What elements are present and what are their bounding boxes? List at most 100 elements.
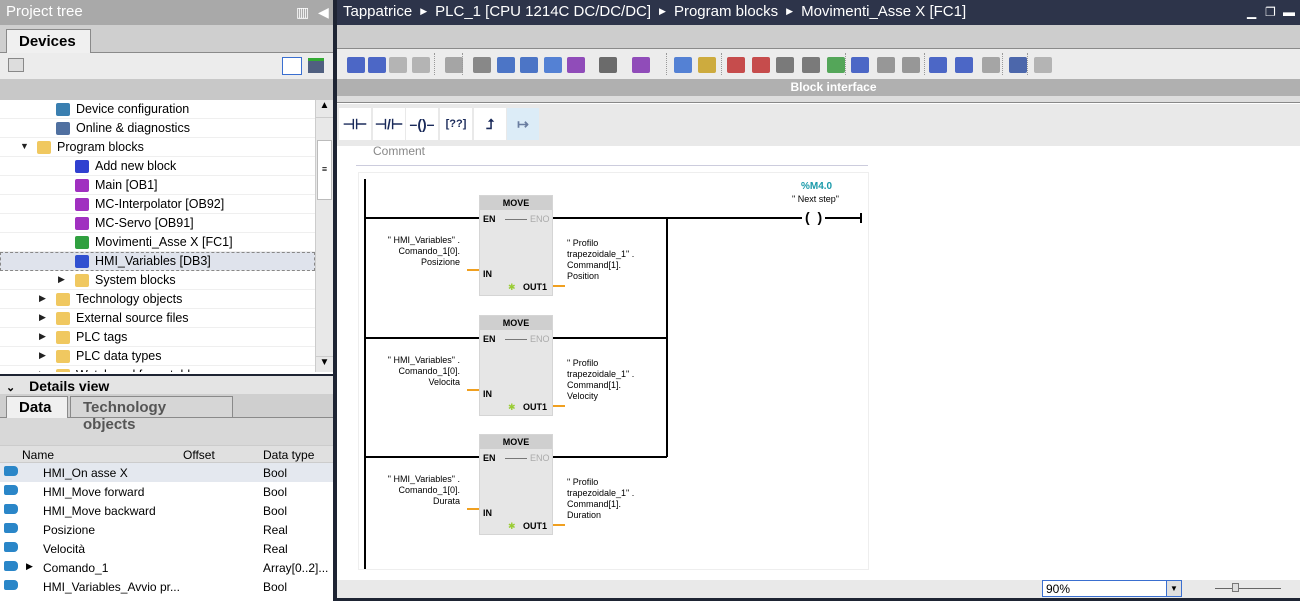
output-operand[interactable]: Duration	[567, 510, 601, 521]
delete-network-icon[interactable]	[368, 57, 386, 73]
input-operand[interactable]: Comando_1[0].	[398, 485, 460, 496]
last-icon[interactable]	[902, 57, 920, 73]
tree-item[interactable]: Add new block	[0, 157, 315, 176]
table-row[interactable]: Velocità Real	[0, 539, 333, 558]
output-operand[interactable]: trapezoidale_1" .	[567, 249, 634, 260]
output-operand[interactable]: Position	[567, 271, 599, 282]
reset-start-icon[interactable]	[445, 57, 463, 73]
display-icon[interactable]	[599, 57, 617, 73]
breadcrumb-item[interactable]: Movimenti_Asse X [FC1]	[801, 3, 966, 20]
close-branch-button[interactable]: ↦	[507, 108, 539, 140]
expand-arrow-icon[interactable]: ▶	[26, 561, 33, 572]
table-row[interactable]: HMI_Variables_Avvio pr... Bool	[0, 577, 333, 596]
tree-item[interactable]: MC-Servo [OB91]	[0, 214, 315, 233]
tree-item[interactable]: Main [OB1]	[0, 176, 315, 195]
output-operand[interactable]: Command[1].	[567, 260, 621, 271]
zoom-slider-handle[interactable]	[1232, 583, 1239, 592]
tree-item[interactable]: ▶ PLC data types	[0, 347, 315, 366]
expand-arrow-icon[interactable]: ▶	[39, 350, 46, 361]
refresh-icon[interactable]	[308, 58, 324, 73]
next-error-icon[interactable]	[955, 57, 973, 73]
absolute-operands-icon[interactable]	[473, 57, 491, 73]
first-icon[interactable]	[877, 57, 895, 73]
output-operand[interactable]: Command[1].	[567, 380, 621, 391]
expand-arrow-icon[interactable]: ▶	[58, 274, 65, 285]
input-operand[interactable]: Comando_1[0].	[398, 366, 460, 377]
expand-arrow-icon[interactable]: ▶	[39, 312, 46, 323]
input-operand[interactable]: Posizione	[421, 257, 460, 268]
coil-icon[interactable]: ( )	[805, 209, 822, 225]
stepout-icon[interactable]	[802, 57, 820, 73]
show-comments-icon[interactable]	[520, 57, 538, 73]
chevron-down-icon[interactable]: ▼	[1166, 581, 1181, 596]
zoom-select[interactable]: 90% ▼	[1042, 580, 1182, 597]
table-row[interactable]: HMI_Move backward Bool	[0, 501, 333, 520]
expand-arrow-icon[interactable]: ▶	[39, 369, 46, 372]
block-interface-bar[interactable]: Block interface	[337, 79, 1300, 96]
empty-box-button[interactable]: [??]	[440, 108, 472, 140]
restore-icon[interactable]: ❐	[1265, 5, 1276, 19]
tab-devices[interactable]: Devices	[6, 29, 91, 53]
output-operand[interactable]: Command[1].	[567, 499, 621, 510]
output-operand[interactable]: Velocity	[567, 391, 598, 402]
expand-arrow-icon[interactable]: ▶	[39, 331, 46, 342]
tree-item[interactable]: ▶ Watch and force tables	[0, 366, 315, 372]
col-offset[interactable]: Offset	[183, 448, 215, 462]
network-comment[interactable]: Comment	[373, 144, 425, 158]
nc-contact-button[interactable]: ⊣/⊢	[373, 108, 405, 140]
tree-item[interactable]: MC-Interpolator [OB92]	[0, 195, 315, 214]
goto-icon[interactable]	[851, 57, 869, 73]
coil-address[interactable]: %M4.0	[801, 181, 832, 192]
tree-item[interactable]: Movimenti_Asse X [FC1]	[0, 233, 315, 252]
tag-info-icon[interactable]	[632, 57, 650, 73]
expand-arrow-icon[interactable]: ▶	[39, 293, 46, 304]
search-icon[interactable]	[982, 57, 1000, 73]
no-contact-button[interactable]: ⊣⊢	[339, 108, 371, 140]
input-operand[interactable]: Comando_1[0].	[398, 246, 460, 257]
network-comments-icon[interactable]	[674, 57, 692, 73]
move-box[interactable]: MOVE EN ENO IN ✱ OUT1	[479, 315, 553, 416]
disable-breakpoint-icon[interactable]	[752, 57, 770, 73]
monitor-icon[interactable]	[1009, 57, 1027, 73]
move-box[interactable]: MOVE EN ENO IN ✱ OUT1	[479, 434, 553, 535]
comment-icon[interactable]	[544, 57, 562, 73]
move-box[interactable]: MOVE EN ENO IN ✱ OUT1	[479, 195, 553, 296]
tree-item[interactable]: ▶ PLC tags	[0, 328, 315, 347]
details-view-header[interactable]: ⌄ Details view	[0, 374, 333, 394]
insert-io-icon[interactable]	[567, 57, 585, 73]
breadcrumb-item[interactable]: Program blocks	[674, 3, 778, 20]
tree-item[interactable]: ▼ Program blocks	[0, 138, 315, 157]
coil-button[interactable]: –()–	[406, 108, 438, 140]
tree-item[interactable]: ▶ External source files	[0, 309, 315, 328]
collapse-chevron-icon[interactable]: ⌄	[6, 382, 15, 394]
input-operand[interactable]: Velocita	[428, 377, 460, 388]
zoom-slider[interactable]	[1215, 588, 1281, 589]
add-row-icon[interactable]	[412, 57, 430, 73]
output-operand[interactable]: trapezoidale_1" .	[567, 369, 634, 380]
tree-item[interactable]: HMI_Variables [DB3]	[0, 252, 315, 271]
minimize-icon[interactable]: ▁	[1247, 5, 1256, 19]
tree-item[interactable]: Device configuration	[0, 100, 315, 119]
insert-row-icon[interactable]	[389, 57, 407, 73]
expand-arrow-icon[interactable]: ▼	[20, 141, 29, 151]
prev-error-icon[interactable]	[929, 57, 947, 73]
favorites-icon[interactable]	[698, 57, 716, 73]
table-row[interactable]: HMI_On asse X Bool	[0, 463, 333, 482]
tab-technology-objects[interactable]: Technology objects	[70, 396, 233, 433]
col-name[interactable]: Name	[22, 448, 54, 462]
input-operand[interactable]: " HMI_Variables" .	[388, 355, 460, 366]
table-row[interactable]: Posizione Real	[0, 520, 333, 539]
tree-scrollbar[interactable]: ▲ ≡ ▼	[315, 100, 333, 372]
coil-tag[interactable]: " Next step"	[792, 194, 839, 205]
breadcrumb-item[interactable]: PLC_1 [CPU 1214C DC/DC/DC]	[435, 3, 651, 20]
insert-network-icon[interactable]	[347, 57, 365, 73]
stepin-icon[interactable]	[776, 57, 794, 73]
output-operand[interactable]: " Profilo	[567, 477, 598, 488]
input-operand[interactable]: " HMI_Variables" .	[388, 235, 460, 246]
table-row[interactable]: HMI_Move forward Bool	[0, 482, 333, 501]
protect-icon[interactable]	[1034, 57, 1052, 73]
delete-breakpoint-icon[interactable]	[727, 57, 745, 73]
new-device-icon[interactable]	[8, 58, 24, 72]
tab-data[interactable]: Data	[6, 396, 68, 418]
output-operand[interactable]: " Profilo	[567, 238, 598, 249]
